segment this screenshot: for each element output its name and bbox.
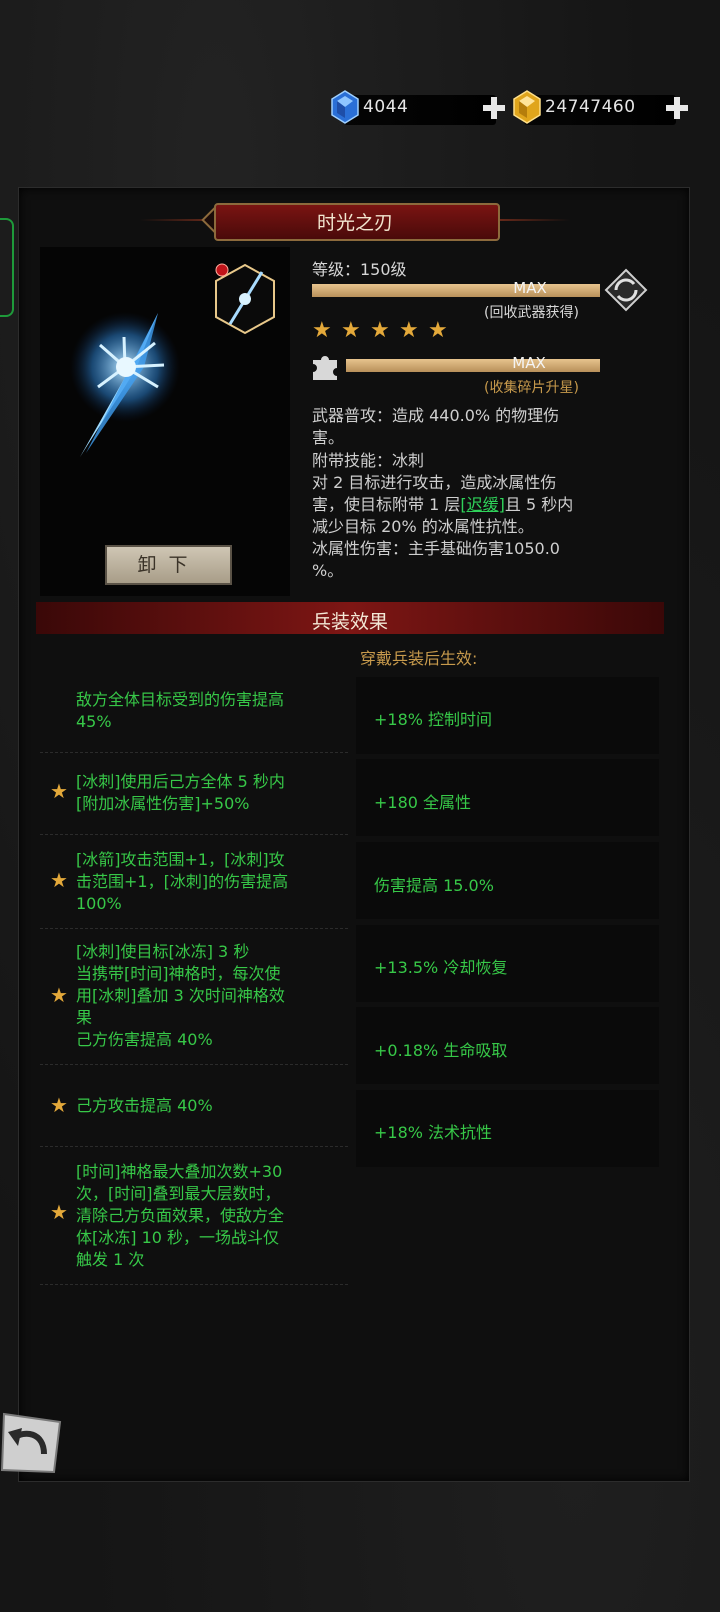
effect-line: 己方攻击提高 40% xyxy=(76,1096,213,1115)
effect-line: 己方伤害提高 40% xyxy=(76,1030,213,1049)
gold-count: 24747460 xyxy=(545,97,636,117)
star-icon: ★ xyxy=(50,1093,68,1117)
star-icon: ★ xyxy=(428,318,448,343)
attribute-text: +13.5% 冷却恢复 xyxy=(374,958,508,977)
effect-line: 用[冰刺]叠加 3 次时间神格效 xyxy=(76,986,285,1005)
effect-line: 触发 1 次 xyxy=(76,1250,145,1269)
effect-line: 果 xyxy=(76,1008,93,1027)
desc-text: 害，使目标附带 1 层 xyxy=(312,495,461,514)
desc-line: 减少目标 20% 的冰属性抗性。 xyxy=(312,517,534,536)
star-icon: ★ xyxy=(50,983,68,1007)
attribute-text: +18% 控制时间 xyxy=(374,710,493,729)
desc-line: %。 xyxy=(312,561,344,580)
effect-line: 100% xyxy=(76,894,122,913)
effect-line: [时间]神格最大叠加次数+30 xyxy=(76,1162,283,1181)
effect-line: [冰箭]攻击范围+1，[冰刺]攻 xyxy=(76,850,285,869)
star-icon: ★ xyxy=(50,1200,68,1224)
effect-line: 当携带[时间]神格时，每次使 xyxy=(76,964,281,983)
effects-title: 兵装效果 xyxy=(311,611,388,633)
puzzle-piece-icon xyxy=(313,356,337,380)
effect-line: 清除己方负面效果，使敌方全 xyxy=(76,1206,285,1225)
unequip-button[interactable]: 卸下 xyxy=(105,545,232,585)
gem-count: 4044 xyxy=(363,97,409,117)
gold-gem-icon xyxy=(513,90,541,124)
weapon-thumbnail-icon xyxy=(215,263,275,335)
level-hint: (回收武器获得) xyxy=(484,305,579,321)
attribute-text: +180 全属性 xyxy=(374,793,472,812)
weapon-name: 时光之刃 xyxy=(316,212,393,234)
desc-line: 武器普攻：造成 440.0% 的物理伤 xyxy=(312,406,560,425)
star-icon: ★ xyxy=(399,318,419,343)
desc-text: 且 5 秒内 xyxy=(504,495,574,514)
side-tab[interactable] xyxy=(0,218,14,317)
slow-keyword-link[interactable]: [迟缓] xyxy=(460,495,505,514)
effect-line: 体[冰冻] 10 秒，一场战斗仅 xyxy=(76,1228,280,1247)
blue-gem-icon xyxy=(331,90,359,124)
desc-line: 冰属性伤害：主手基础伤害1050.0 xyxy=(312,539,560,558)
back-arrow-icon[interactable] xyxy=(0,1410,62,1476)
star-icon: ★ xyxy=(370,318,390,343)
star-icon: ★ xyxy=(312,318,332,343)
wear-label: 穿戴兵装后生效: xyxy=(360,649,478,668)
effect-line: [附加冰属性伤害]+50% xyxy=(76,794,250,813)
star-hint: (收集碎片升星) xyxy=(484,380,579,396)
star-icon: ★ xyxy=(50,779,68,803)
desc-line: 害，使目标附带 1 层[迟缓]且 5 秒内 xyxy=(312,494,573,516)
effect-line: [冰刺]使用后己方全体 5 秒内 xyxy=(76,772,285,791)
level-bar-text: MAX xyxy=(513,279,547,297)
level-label: 等级：150级 xyxy=(312,260,407,279)
attribute-text: 伤害提高 15.0% xyxy=(374,876,494,895)
effect-line: 次，[时间]叠到最大层数时， xyxy=(76,1184,281,1203)
desc-line: 对 2 目标进行攻击，造成冰属性伤 xyxy=(312,473,557,492)
desc-line: 害。 xyxy=(312,428,345,447)
effect-line: 敌方全体目标受到的伤害提高 xyxy=(76,690,285,709)
attribute-text: +18% 法术抗性 xyxy=(374,1123,493,1142)
star-bar-text: MAX xyxy=(512,354,546,372)
add-gems-button[interactable] xyxy=(481,95,507,121)
add-gold-button[interactable] xyxy=(664,95,690,121)
attribute-text: +0.18% 生命吸取 xyxy=(374,1041,508,1060)
star-icon: ★ xyxy=(341,318,361,343)
title-divider-right xyxy=(496,219,570,221)
effect-line: [冰刺]使目标[冰冻] 3 秒 xyxy=(76,942,250,961)
effect-line: 击范围+1，[冰刺]的伤害提高 xyxy=(76,872,289,891)
effect-line: 45% xyxy=(76,712,112,731)
recycle-icon[interactable] xyxy=(604,268,648,312)
star-icon: ★ xyxy=(50,868,68,892)
desc-line: 附带技能：冰刺 xyxy=(312,451,425,470)
